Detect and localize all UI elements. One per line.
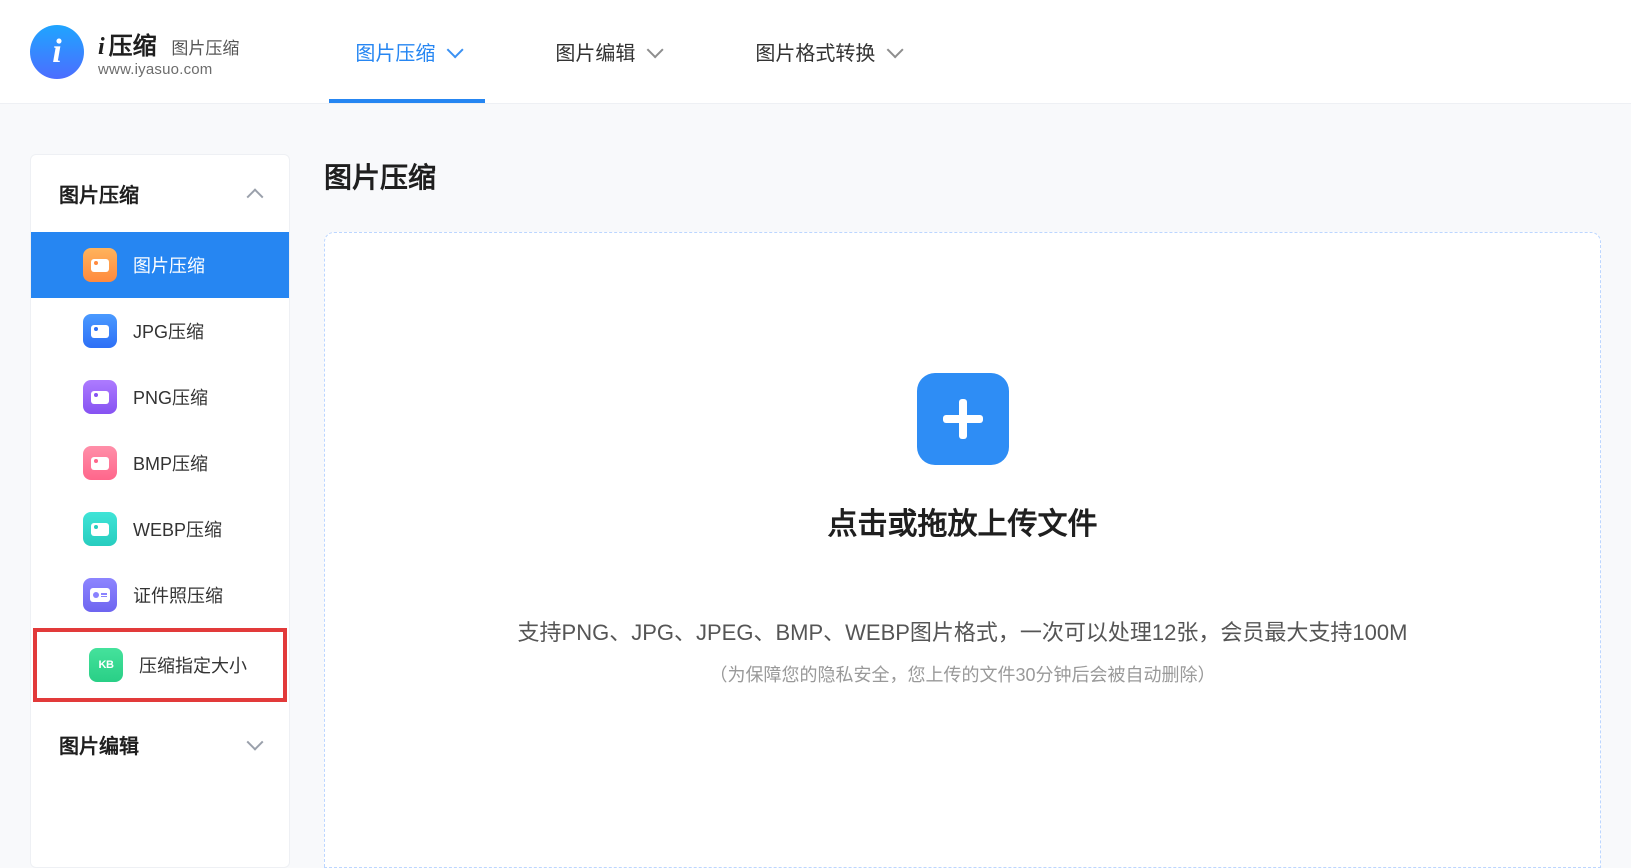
sidebar-item-label: WEBP压缩 (133, 516, 222, 542)
upload-dropzone[interactable]: 点击或拖放上传文件 支持PNG、JPG、JPEG、BMP、WEBP图片格式，一次… (324, 232, 1601, 868)
dropzone-title: 点击或拖放上传文件 (828, 499, 1098, 543)
sidebar-item-label: BMP压缩 (133, 450, 208, 476)
main-nav: 图片压缩 图片编辑 图片格式转换 (329, 0, 969, 103)
sidebar-item-label: JPG压缩 (133, 318, 204, 344)
idcard-icon (83, 578, 117, 612)
dropzone-support-text: 支持PNG、JPG、JPEG、BMP、WEBP图片格式，一次可以处理12张，会员… (518, 615, 1408, 647)
nav-image-compress[interactable]: 图片压缩 (329, 0, 485, 103)
logo-title: 压缩 (109, 33, 157, 60)
logo-url: www.iyasuo.com (98, 61, 239, 78)
sidebar-group-compress[interactable]: 图片压缩 (31, 155, 289, 232)
sidebar-item-image-compress[interactable]: 图片压缩 (31, 232, 289, 298)
add-file-button[interactable] (917, 373, 1009, 465)
content: 图片压缩 点击或拖放上传文件 支持PNG、JPG、JPEG、BMP、WEBP图片… (324, 154, 1601, 868)
sidebar-item-compress-to-size[interactable]: KB 压缩指定大小 (37, 632, 283, 698)
sidebar-item-label: PNG压缩 (133, 384, 208, 410)
jpg-icon (83, 314, 117, 348)
highlighted-item-box: KB 压缩指定大小 (33, 628, 287, 702)
nav-label: 图片编辑 (555, 37, 635, 66)
dropzone-privacy-note: （为保障您的隐私安全，您上传的文件30分钟后会被自动删除） (709, 661, 1215, 687)
sidebar-item-webp-compress[interactable]: WEBP压缩 (31, 496, 289, 562)
sidebar-item-label: 图片压缩 (133, 252, 205, 278)
chevron-down-icon (887, 41, 904, 58)
webp-icon (83, 512, 117, 546)
sidebar-item-label: 证件照压缩 (133, 582, 223, 608)
sidebar-group-edit[interactable]: 图片编辑 (31, 706, 289, 783)
chevron-down-icon (647, 41, 664, 58)
logo-text: i压缩 图片压缩 www.iyasuo.com (98, 26, 239, 78)
sidebar-group-label: 图片编辑 (59, 730, 139, 759)
sidebar-item-bmp-compress[interactable]: BMP压缩 (31, 430, 289, 496)
nav-image-format-convert[interactable]: 图片格式转换 (729, 0, 925, 103)
nav-label: 图片格式转换 (755, 37, 875, 66)
png-icon (83, 380, 117, 414)
sidebar-item-jpg-compress[interactable]: JPG压缩 (31, 298, 289, 364)
plus-icon (939, 395, 987, 443)
sidebar: 图片压缩 图片压缩 JPG压缩 PNG压缩 BMP压缩 WE (30, 154, 290, 868)
image-icon (83, 248, 117, 282)
header: i i压缩 图片压缩 www.iyasuo.com 图片压缩 图片编辑 图片格式… (0, 0, 1631, 104)
sidebar-item-png-compress[interactable]: PNG压缩 (31, 364, 289, 430)
sidebar-group-label: 图片压缩 (59, 179, 139, 208)
kb-icon: KB (89, 648, 123, 682)
nav-image-edit[interactable]: 图片编辑 (529, 0, 685, 103)
logo[interactable]: i i压缩 图片压缩 www.iyasuo.com (30, 25, 239, 79)
nav-label: 图片压缩 (355, 37, 435, 66)
sidebar-item-idphoto-compress[interactable]: 证件照压缩 (31, 562, 289, 628)
chevron-down-icon (447, 41, 464, 58)
logo-icon: i (30, 25, 84, 79)
sidebar-items: 图片压缩 JPG压缩 PNG压缩 BMP压缩 WEBP压缩 (31, 232, 289, 706)
logo-title-prefix: i (98, 34, 105, 60)
page-title: 图片压缩 (324, 156, 1601, 196)
page-body: 图片压缩 图片压缩 JPG压缩 PNG压缩 BMP压缩 WE (0, 104, 1631, 868)
sidebar-item-label: 压缩指定大小 (139, 652, 247, 678)
chevron-down-icon (247, 733, 264, 750)
chevron-up-icon (247, 188, 264, 205)
logo-subtitle: 图片压缩 (171, 39, 239, 58)
bmp-icon (83, 446, 117, 480)
